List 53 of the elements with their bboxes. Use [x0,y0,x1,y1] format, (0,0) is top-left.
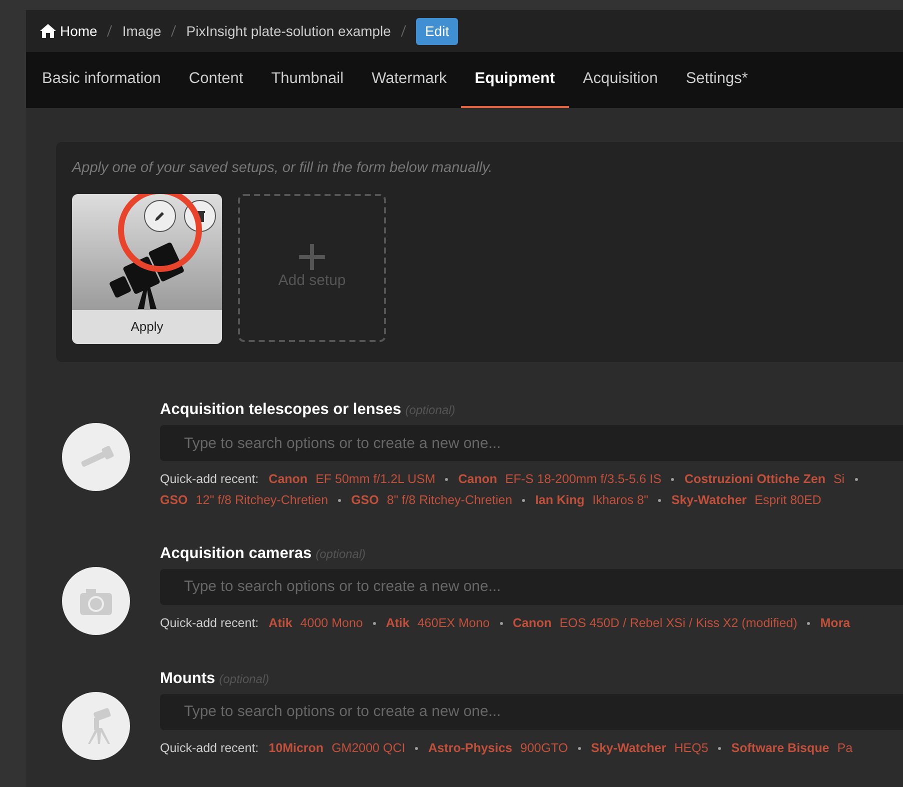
quick-add-link[interactable]: 10Micron GM2000 QCI [268,738,406,758]
edit-button[interactable] [144,200,176,232]
apply-button[interactable]: Apply [72,310,222,344]
quick-add-label: Quick-add recent: [160,740,259,757]
quick-add-link[interactable]: Atik 4000 Mono [268,614,363,632]
separator-dot [415,746,418,750]
search-field[interactable]: Type to search options or to create a new one... [160,425,903,461]
pencil-icon [154,210,166,222]
breadcrumb-link[interactable]: Home [40,20,98,42]
tab[interactable]: Acquisition [568,52,672,108]
separator-dot [338,498,342,502]
section-title: Acquisition cameras [160,544,312,562]
quick-add-label: Quick-add recent: [160,614,259,632]
separator-dot [372,622,376,625]
separator-dot [658,498,662,502]
search-field[interactable]: Type to search options or to create a new one... [160,568,903,605]
breadcrumb-link[interactable]: PixInsight plate-solution example [186,20,391,42]
quick-add-link[interactable]: Software Bisque Pa [731,738,853,758]
separator-dot [671,478,674,481]
quick-add-link[interactable]: Sky-Watcher HEQ5 [590,738,708,758]
quick-add-label: Quick-add recent: [160,471,259,488]
quick-add-link[interactable]: GSO 8" f/8 Ritchey-Chretien [351,490,512,510]
tab[interactable]: Equipment [460,52,569,108]
quick-add-link[interactable]: Canon EF-S 18-200mm f/3.5-5.6 IS [458,470,662,489]
quick-add-link[interactable]: Astro-Physics 900GTO [428,738,568,758]
separator-dot [445,478,448,481]
edit-button[interactable]: Edit [416,18,458,44]
separator-dot [807,622,810,625]
plus-icon [299,244,325,270]
quick-add-link[interactable]: Costruzioni Ottiche Zen Si [684,470,845,489]
separator-dot [522,498,526,502]
breadcrumb-link[interactable]: Image [122,20,162,42]
search-field[interactable]: Type to search options or to create a new one... [160,694,903,730]
tab[interactable]: Watermark [358,52,461,108]
setup-hint: Apply one of your saved setups, or fill in the form below manually. [72,159,494,178]
section-title: Mounts [160,670,216,686]
quick-add-link[interactable]: Canon EF 50mm f/1.2L USM [268,470,436,489]
separator-dot [578,746,581,750]
quick-add-link[interactable]: Sky-Watcher Esprit 80ED [671,490,822,510]
tab[interactable]: Basic information [28,52,175,108]
quick-add-link[interactable]: Ian King Ikharos 8" [535,490,648,510]
separator-dot [854,478,858,481]
separator-dot [718,746,722,750]
quick-add-link[interactable]: Canon EOS 450D / Rebel XSi / Kiss X2 (modified) [512,614,798,632]
separator-dot [500,622,503,625]
section-title: Acquisition telescopes or lenses [160,400,402,418]
home-icon [40,24,56,38]
quick-add-link[interactable]: Atik 460EX Mono [386,614,490,632]
tab[interactable]: Settings* [672,52,762,108]
tab[interactable]: Thumbnail [257,52,358,108]
quick-add-link[interactable]: GSO 12" f/8 Ritchey-Chretien [160,490,328,510]
quick-add-link[interactable]: Mora [820,614,858,632]
tab[interactable]: Content [174,52,258,108]
